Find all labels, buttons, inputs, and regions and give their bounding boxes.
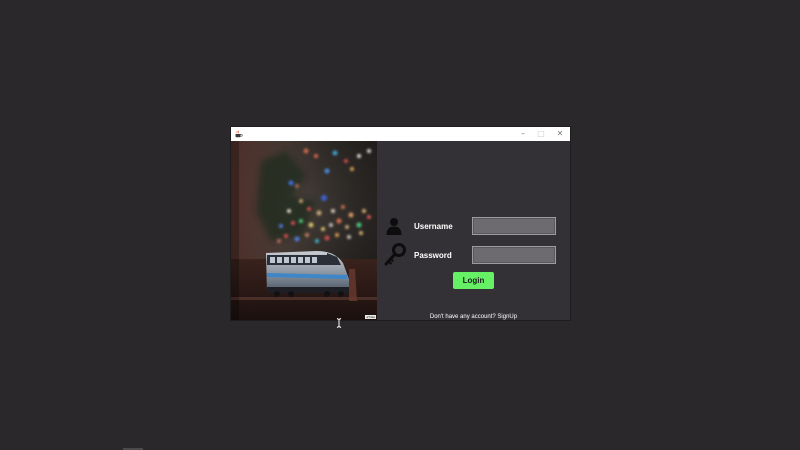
desktop: – □ ✕ eTiles Username Password Login Don… [0,0,800,450]
signup-link[interactable]: SignUp [497,314,517,320]
close-button[interactable]: ✕ [552,127,568,141]
password-label: Password [414,251,452,260]
key-icon [384,243,406,266]
signup-row: Don't have any account? SignUp [377,313,570,321]
java-cup-icon [235,130,243,138]
maximize-button[interactable]: □ [533,127,549,141]
signup-prompt: Don't have any account? [429,314,498,320]
username-label: Username [414,222,453,231]
text-cursor-icon [336,318,342,328]
username-field[interactable] [472,217,556,235]
train-photo-image [231,141,377,320]
minimize-button[interactable]: – [515,127,531,141]
train-photo: eTiles [231,141,377,320]
login-form: Username Password Login Don't have any a… [377,141,570,320]
login-button[interactable]: Login [453,272,494,289]
password-field[interactable] [472,246,556,264]
login-window: – □ ✕ eTiles Username Password Login Don… [231,127,570,320]
user-icon [386,218,402,235]
title-bar[interactable]: – □ ✕ [231,127,570,141]
photo-credit: eTiles [365,315,376,319]
